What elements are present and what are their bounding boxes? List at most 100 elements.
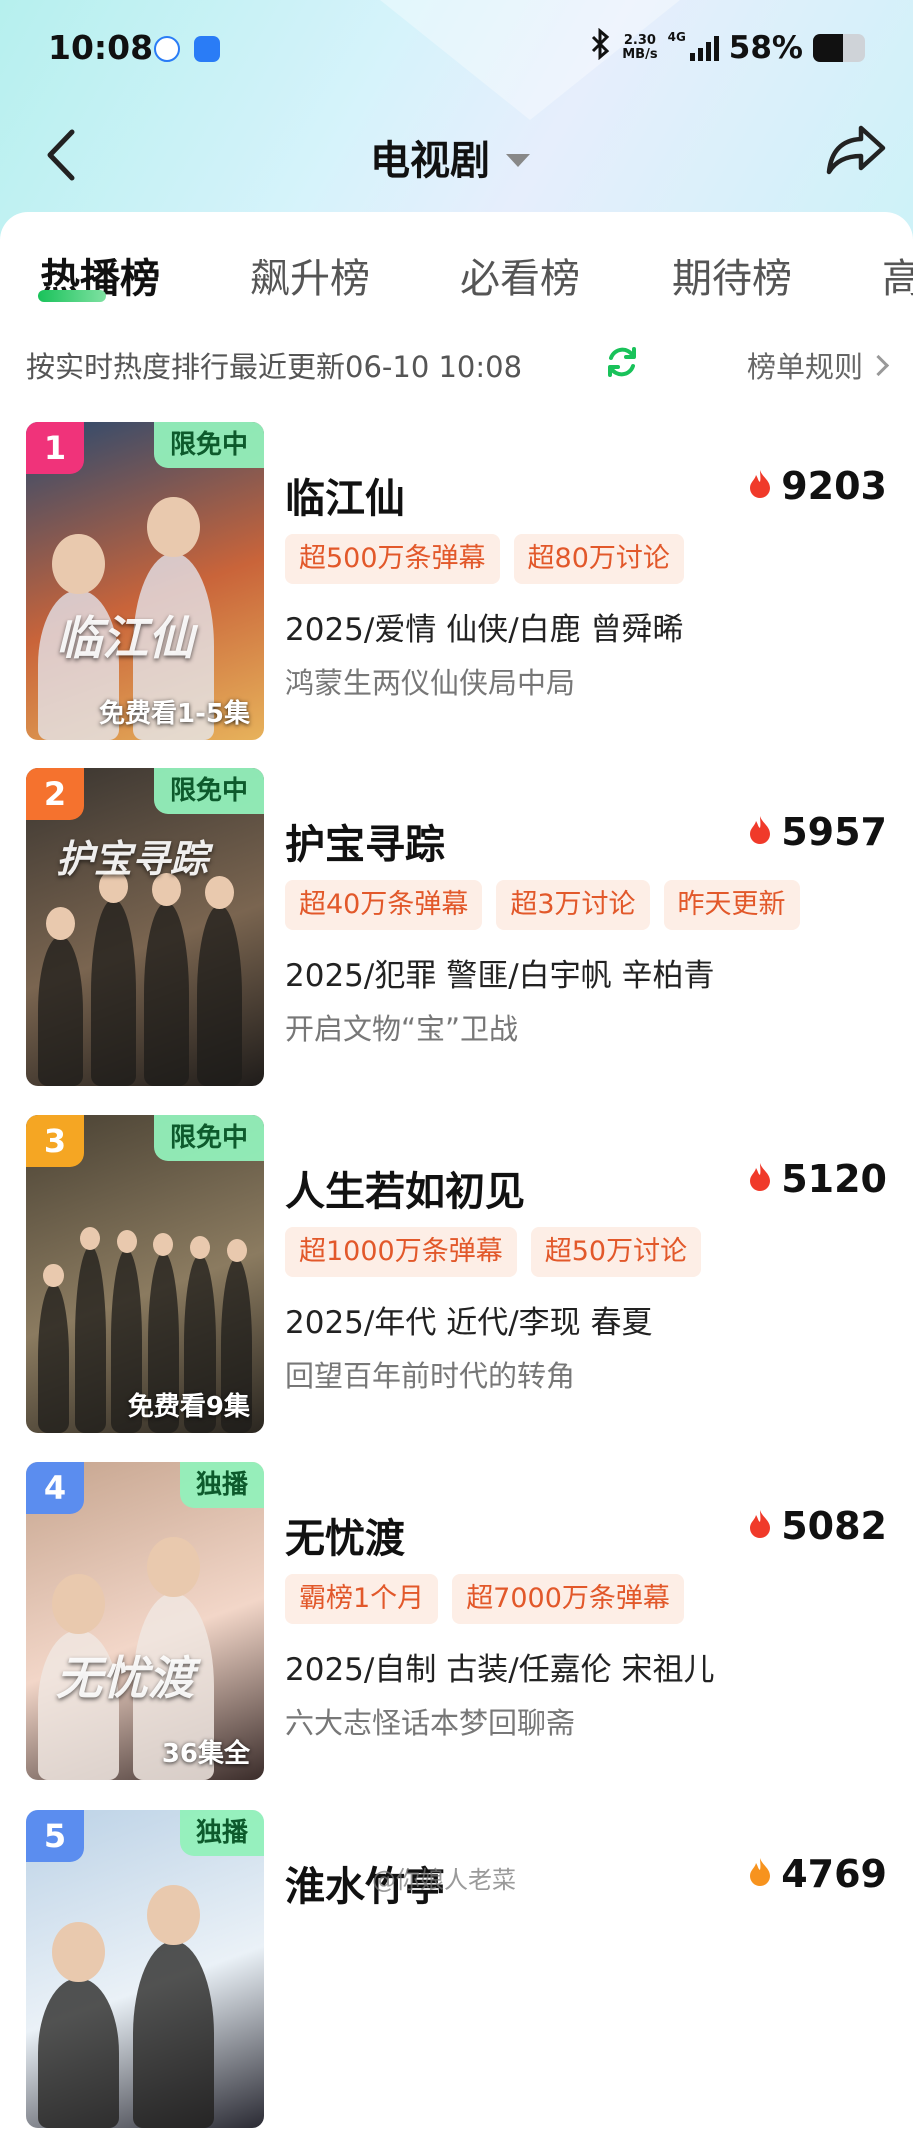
highlight-badge: 超7000万条弹幕 <box>452 1574 684 1624</box>
highlight-badge: 超80万讨论 <box>513 534 684 584</box>
flame-icon <box>747 1857 773 1891</box>
tab-more[interactable]: 高 <box>882 246 913 304</box>
back-icon[interactable] <box>42 126 82 184</box>
poster-caption: 36集全 <box>161 1739 250 1769</box>
status-indicators: 2.30 MB/s 4G 58% <box>590 27 865 68</box>
rank-badge: 4 <box>26 1462 84 1514</box>
network-type: 4G <box>667 30 686 44</box>
tab-rising[interactable]: 飙升榜 <box>250 246 370 304</box>
poster-figure-head <box>189 1235 211 1259</box>
poster-figure <box>74 1246 106 1433</box>
poster-figure-head <box>43 1263 64 1287</box>
refresh-icon[interactable] <box>604 344 640 380</box>
rank-badge: 2 <box>26 768 84 820</box>
network-speed: 2.30 MB/s <box>622 34 657 62</box>
poster-figure <box>90 899 136 1086</box>
poster-figure-head <box>116 1229 137 1253</box>
highlight-badge: 超40万条弹幕 <box>285 880 483 930</box>
category-dropdown[interactable]: 电视剧 <box>370 128 530 186</box>
page-title: 电视剧 <box>370 138 490 184</box>
ranking-tabs: 热播榜 飙升榜 必看榜 期待榜 高 <box>0 246 913 316</box>
show-meta: 2025/年代 近代/李现 春夏 <box>285 1305 653 1341</box>
rank-badge: 1 <box>26 422 84 474</box>
show-meta: 2025/犯罪 警匪/白宇帆 辛柏青 <box>285 958 715 994</box>
active-tab-indicator <box>38 290 106 302</box>
poster-art-title: 无忧渡 <box>56 1651 194 1705</box>
status-bar: 10:08 2.30 MB/s 4G 58% <box>0 0 913 96</box>
list-item[interactable]: 3 限免中 免费看9集 人生若如初见 5120 超1000万条弹幕 超50万讨论 2025/年… <box>0 1115 913 1435</box>
list-item[interactable]: 无忧渡 4 独播 36集全 无忧渡 5082 霸榜1个月 超7000万条弹幕 2025/自制 古… <box>0 1462 913 1782</box>
poster-image[interactable]: 无忧渡 4 独播 36集全 <box>26 1462 264 1780</box>
show-title[interactable]: 人生若如初见 <box>285 1159 525 1217</box>
tab-must-watch[interactable]: 必看榜 <box>460 246 580 304</box>
heat-value: 5957 <box>781 810 887 854</box>
show-description: 回望百年前时代的转角 <box>285 1359 576 1393</box>
heat-score: 4769 <box>747 1852 887 1896</box>
chevron-down-icon <box>506 153 530 167</box>
show-title[interactable]: 临江仙 <box>285 466 405 524</box>
poster-figure-head <box>80 1226 101 1250</box>
rules-link[interactable]: 榜单规则 <box>746 344 890 386</box>
flame-icon <box>747 1509 773 1543</box>
rules-link-label: 榜单规则 <box>746 350 863 384</box>
share-icon[interactable] <box>825 122 887 176</box>
list-item[interactable]: 5 独播 淮水竹亭 4769 <box>0 1810 913 2130</box>
poster-image[interactable]: 5 独播 <box>26 1810 264 2128</box>
poster-image[interactable]: 护宝寻踪 2 限免中 <box>26 768 264 1086</box>
poster-art-title: 临江仙 <box>56 611 194 665</box>
battery-percent: 58% <box>728 30 803 66</box>
signal-icon <box>689 35 719 61</box>
free-tag-badge: 限免中 <box>153 768 264 814</box>
browser-app-icon <box>154 36 180 62</box>
highlight-badge: 霸榜1个月 <box>285 1574 439 1624</box>
poster-image[interactable]: 临江仙 1 限免中 免费看1-5集 <box>26 422 264 740</box>
heat-score: 5082 <box>747 1504 887 1548</box>
free-tag-badge: 独播 <box>179 1462 264 1508</box>
heat-value: 5120 <box>781 1157 887 1201</box>
flame-icon <box>747 815 773 849</box>
status-time: 10:08 <box>48 28 154 67</box>
highlight-badges: 超1000万条弹幕 超50万讨论 <box>285 1227 702 1277</box>
watermark: @你娘人老菜 <box>372 1866 516 1894</box>
show-title[interactable]: 护宝寻踪 <box>285 812 445 870</box>
show-title[interactable]: 无忧渡 <box>285 1506 405 1564</box>
poster-figure-head <box>52 533 105 594</box>
highlight-badges: 霸榜1个月 超7000万条弹幕 <box>285 1574 684 1624</box>
heat-score: 5957 <box>747 810 887 854</box>
list-item[interactable]: 护宝寻踪 2 限免中 护宝寻踪 5957 超40万条弹幕 超3万讨论 昨天更新 2025/犯罪 … <box>0 768 913 1088</box>
rank-badge: 3 <box>26 1115 84 1167</box>
chevron-right-icon <box>867 354 890 376</box>
highlight-badge: 超50万讨论 <box>530 1227 702 1277</box>
highlight-badge: 超1000万条弹幕 <box>285 1227 517 1277</box>
list-item[interactable]: 临江仙 1 限免中 免费看1-5集 临江仙 9203 超500万条弹幕 超80万讨论 2025/… <box>0 422 913 742</box>
poster-figure <box>133 1941 215 2128</box>
poster-art-title: 护宝寻踪 <box>56 836 209 881</box>
show-description: 开启文物“宝”卫战 <box>285 1012 519 1046</box>
poster-caption: 免费看9集 <box>127 1392 250 1422</box>
poster-figure <box>143 902 189 1086</box>
bluetooth-icon <box>590 27 612 68</box>
poster-figure-head <box>147 1884 200 1945</box>
message-app-icon <box>194 36 220 62</box>
show-description: 六大志怪话本梦回聊斋 <box>285 1706 576 1740</box>
poster-figure-head <box>45 906 75 940</box>
tab-anticipated[interactable]: 期待榜 <box>672 246 792 304</box>
heat-score: 5120 <box>747 1157 887 1201</box>
highlight-badges: 超500万条弹幕 超80万讨论 <box>285 534 684 584</box>
update-info-text: 按实时热度排行最近更新06-10 10:08 <box>26 350 523 384</box>
poster-figure-head <box>52 1921 105 1982</box>
poster-figure-head <box>204 875 234 909</box>
battery-icon <box>813 34 865 62</box>
poster-figure <box>38 936 83 1086</box>
update-info-row: 按实时热度排行最近更新06-10 10:08 榜单规则 <box>26 344 890 388</box>
show-meta: 2025/自制 古装/任嘉伦 宋祖儿 <box>285 1652 715 1688</box>
poster-figure-head <box>147 1536 200 1597</box>
poster-image[interactable]: 3 限免中 免费看9集 <box>26 1115 264 1433</box>
poster-figure-head <box>226 1238 247 1262</box>
poster-figure-head <box>52 1573 105 1634</box>
poster-figure <box>38 1978 119 2128</box>
rank-badge: 5 <box>26 1810 84 1862</box>
poster-caption: 免费看1-5集 <box>99 699 250 729</box>
network-speed-value: 2.30 <box>623 33 656 48</box>
network-speed-unit: MB/s <box>622 47 658 62</box>
